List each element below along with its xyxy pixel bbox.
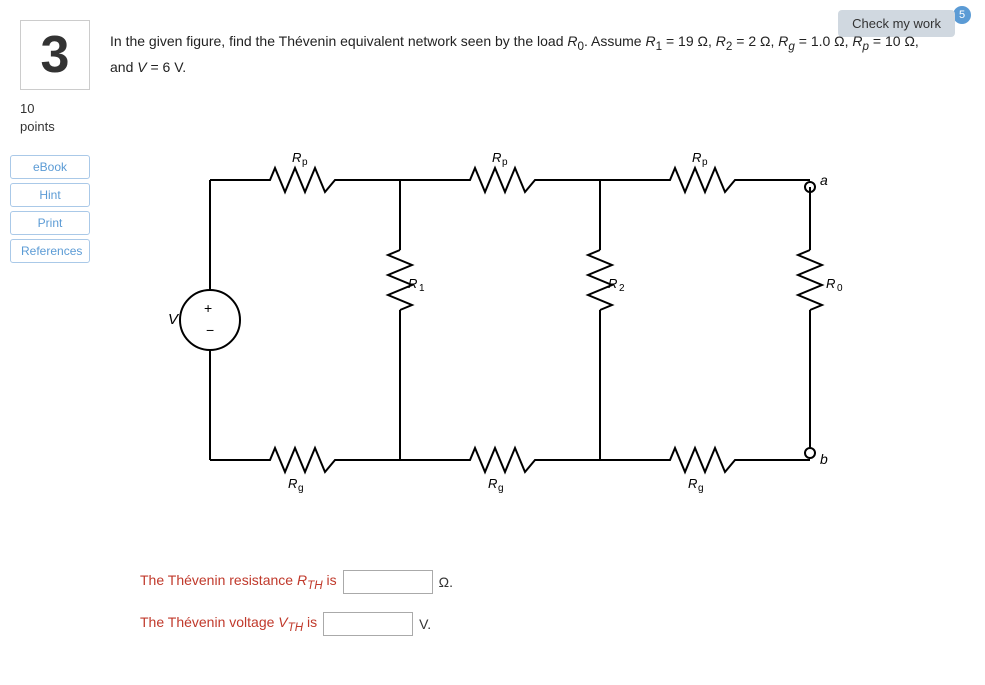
references-button[interactable]: References — [10, 239, 90, 263]
svg-text:b: b — [820, 451, 828, 467]
svg-text:R: R — [688, 476, 697, 491]
print-button[interactable]: Print — [10, 211, 90, 235]
circuit-diagram: + − V R p R p R p a — [130, 120, 955, 520]
svg-text:R: R — [408, 276, 417, 291]
svg-text:2: 2 — [619, 283, 625, 294]
vth-input[interactable] — [323, 612, 413, 636]
svg-text:R: R — [492, 150, 501, 165]
svg-text:−: − — [206, 322, 214, 338]
svg-text:1: 1 — [419, 283, 425, 294]
rth-input[interactable] — [343, 570, 433, 594]
svg-text:V: V — [168, 311, 180, 328]
svg-text:R: R — [488, 476, 497, 491]
vth-answer-line: The Thévenin voltage VTH is V. — [140, 612, 453, 636]
svg-text:p: p — [502, 157, 508, 168]
svg-text:a: a — [820, 172, 828, 188]
vth-label: The Thévenin voltage VTH is — [140, 614, 317, 634]
svg-text:g: g — [298, 483, 304, 494]
svg-text:0: 0 — [837, 283, 843, 294]
svg-text:+: + — [204, 300, 212, 316]
svg-text:p: p — [302, 157, 308, 168]
svg-text:g: g — [498, 483, 504, 494]
hint-button[interactable]: Hint — [10, 183, 90, 207]
ebook-button[interactable]: eBook — [10, 155, 90, 179]
points-label: 10 points — [20, 100, 55, 136]
svg-text:R: R — [826, 276, 835, 291]
svg-text:p: p — [702, 157, 708, 168]
badge-number: 5 — [953, 6, 971, 24]
svg-text:g: g — [698, 483, 704, 494]
vth-unit: V. — [419, 616, 431, 632]
rth-answer-line: The Thévenin resistance RTH is Ω. — [140, 570, 453, 594]
svg-text:R: R — [288, 476, 297, 491]
svg-text:R: R — [292, 150, 301, 165]
rth-label: The Thévenin resistance RTH is — [140, 572, 337, 592]
rth-unit: Ω. — [439, 574, 453, 590]
svg-text:R: R — [608, 276, 617, 291]
question-text: In the given figure, find the Thévenin e… — [110, 30, 935, 79]
svg-text:R: R — [692, 150, 701, 165]
question-number: 3 — [20, 20, 90, 90]
sidebar-buttons: eBook Hint Print References — [10, 155, 90, 263]
answer-area: The Thévenin resistance RTH is Ω. The Th… — [140, 570, 453, 654]
